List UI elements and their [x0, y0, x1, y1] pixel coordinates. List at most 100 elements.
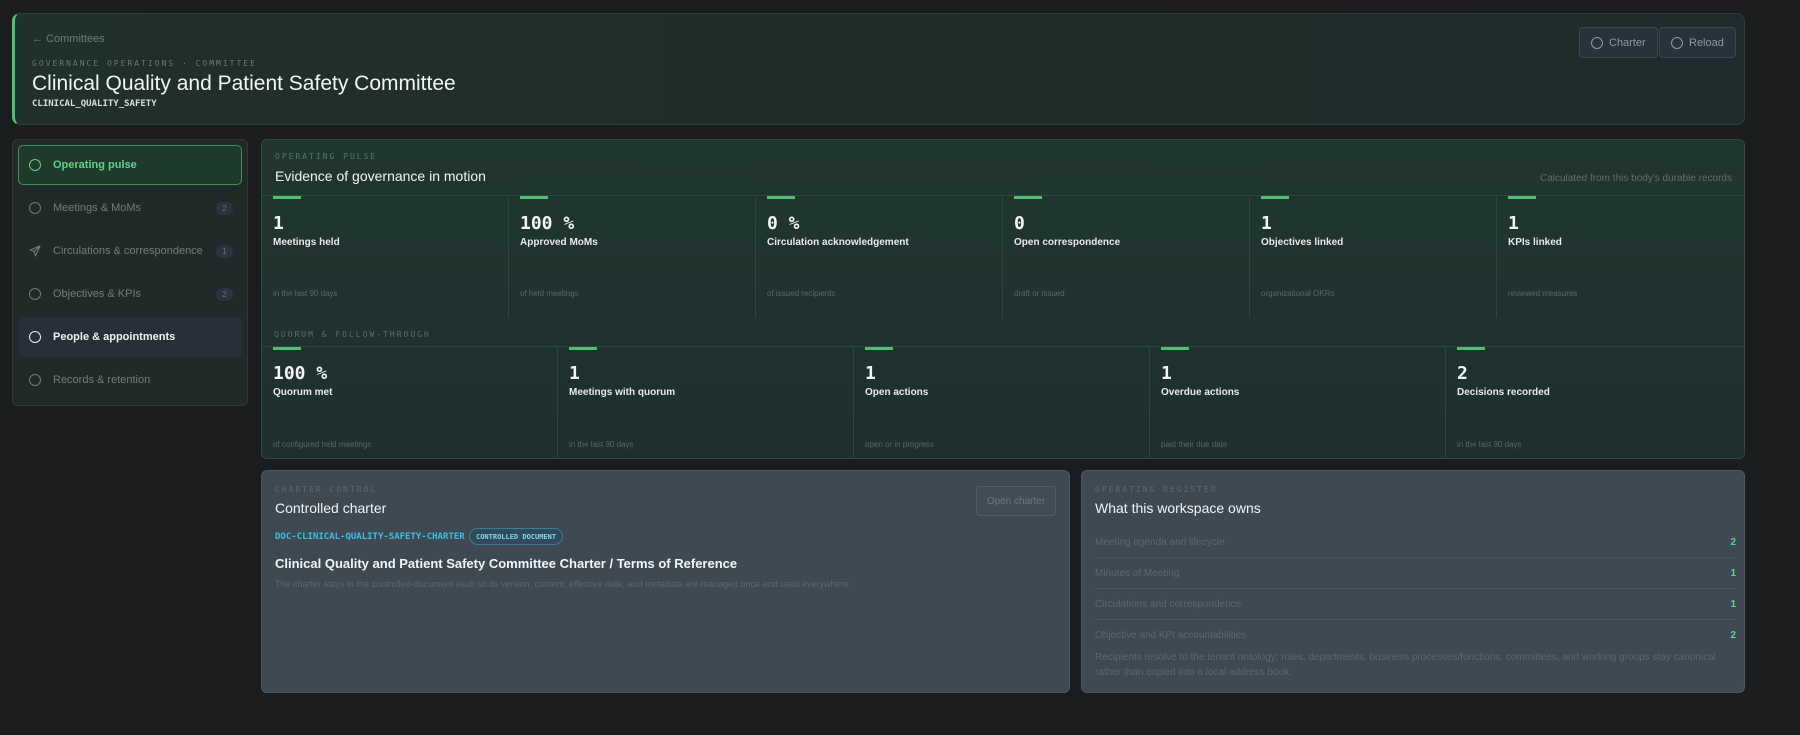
circle-icon	[1671, 36, 1683, 49]
controlled-document-badge: CONTROLLED DOCUMENT	[469, 528, 564, 545]
register-note: Recipients resolve to the tenant ontolog…	[1095, 652, 1716, 678]
metric-value: 0 %	[767, 213, 800, 234]
charter-control-card: CHARTER CONTROL Controlled charter Open …	[261, 470, 1070, 693]
document-title: Clinical Quality and Patient Safety Comm…	[275, 556, 738, 571]
section-title: What this workspace owns	[1095, 500, 1261, 516]
count-badge: 2	[216, 202, 233, 215]
sidebar-item-label: Meetings & MoMs	[53, 202, 142, 214]
metric-card: 2 Decisions recorded in the last 90 days	[1446, 347, 1744, 458]
section-title: Controlled charter	[275, 500, 387, 516]
sidebar-item-circulations[interactable]: Circulations & correspondence 1	[18, 231, 242, 271]
sidebar-item-label: Records & retention	[53, 374, 151, 386]
section-sidebar: Operating pulse Meetings & MoMs 2 Circul…	[12, 139, 248, 406]
sidebar-item-label: Operating pulse	[53, 159, 137, 171]
circle-icon	[29, 288, 41, 300]
metric-sub: in the last 90 days	[1457, 440, 1522, 449]
circle-icon	[1591, 36, 1603, 49]
register-row: Circulations and correspondence 1	[1095, 589, 1736, 620]
register-row-label: Meeting agenda and lifecycle	[1095, 536, 1225, 548]
metric-label: Approved MoMs	[520, 237, 598, 248]
accent-bar	[273, 347, 301, 350]
accent-bar	[569, 347, 597, 350]
metric-value: 1	[569, 363, 580, 384]
section-title: Evidence of governance in motion	[275, 168, 486, 184]
metric-card: 1 Open actions open or in progress	[854, 347, 1150, 458]
metric-card: 1 Meetings with quorum in the last 90 da…	[558, 347, 854, 458]
metric-card: 0 % Circulation acknowledgement of issue…	[756, 196, 1003, 318]
accent-bar	[273, 196, 301, 199]
register-row-count: 1	[1730, 598, 1736, 610]
committee-header: ← Committees GOVERNANCE OPERATIONS · COM…	[12, 13, 1745, 125]
quorum-eyebrow: QUORUM & FOLLOW-THROUGH	[274, 330, 431, 339]
back-to-committees-link[interactable]: ← Committees	[32, 33, 105, 45]
register-row: Objective and KPI accountabilities 2	[1095, 620, 1736, 651]
sidebar-item-meetings[interactable]: Meetings & MoMs 2	[18, 188, 242, 228]
sidebar-item-records[interactable]: Records & retention	[18, 360, 242, 400]
quorum-metrics-row: 100 % Quorum met of configured held meet…	[262, 346, 1744, 458]
register-row-count: 2	[1730, 536, 1736, 548]
register-row-count: 1	[1730, 567, 1736, 579]
charter-button[interactable]: Charter	[1579, 27, 1658, 58]
metric-value: 2	[1457, 363, 1468, 384]
section-note: Calculated from this body's durable reco…	[1539, 173, 1732, 184]
metric-label: KPIs linked	[1508, 237, 1562, 248]
metric-value: 1	[1161, 363, 1172, 384]
metric-label: Meetings held	[273, 237, 340, 248]
count-badge: 1	[216, 245, 233, 258]
metric-label: Quorum met	[273, 387, 333, 398]
document-description: The charter stays in the controlled-docu…	[275, 579, 852, 589]
metric-sub: past their due date	[1161, 440, 1228, 449]
metric-sub: draft or issued	[1014, 289, 1065, 298]
metric-label: Objectives linked	[1261, 237, 1344, 248]
metric-label: Decisions recorded	[1457, 387, 1550, 398]
sidebar-item-label: Objectives & KPIs	[53, 288, 142, 300]
metric-sub: of configured held meetings	[273, 440, 372, 449]
accent-bar	[1261, 196, 1289, 199]
circle-icon	[29, 159, 41, 171]
metric-card: 1 KPIs linked reviewed measures	[1497, 196, 1744, 318]
metric-label: Circulation acknowledgement	[767, 237, 909, 248]
metric-sub: open or in progress	[865, 440, 934, 449]
metric-sub: in the last 90 days	[273, 289, 338, 298]
accent-bar	[865, 347, 893, 350]
page-title: Clinical Quality and Patient Safety Comm…	[32, 72, 456, 95]
metric-card: 1 Meetings held in the last 90 days	[262, 196, 509, 318]
sidebar-item-label: Circulations & correspondence	[53, 245, 203, 257]
metric-sub: reviewed measures	[1508, 289, 1578, 298]
charter-button-label: Charter	[1609, 36, 1646, 49]
register-row-label: Minutes of Meeting	[1095, 567, 1180, 579]
metric-value: 1	[1508, 213, 1519, 234]
metric-card: 1 Overdue actions past their due date	[1150, 347, 1446, 458]
sidebar-item-operating-pulse[interactable]: Operating pulse	[18, 145, 242, 185]
metric-card: 1 Objectives linked organizational OKRs	[1250, 196, 1497, 318]
count-badge: 2	[216, 288, 233, 301]
sidebar-item-objectives[interactable]: Objectives & KPIs 2	[18, 274, 242, 314]
metric-card: 100 % Approved MoMs of held meetings	[509, 196, 756, 318]
register-row-count: 2	[1730, 630, 1736, 641]
open-charter-button[interactable]: Open charter	[976, 486, 1056, 516]
metric-value: 100 %	[273, 363, 328, 384]
circle-icon	[29, 202, 41, 214]
operating-pulse-panel: OPERATING PULSE Evidence of governance i…	[261, 139, 1745, 459]
reload-button-label: Reload	[1689, 36, 1724, 49]
document-code[interactable]: DOC-CLINICAL-QUALITY-SAFETY-CHARTER	[275, 532, 465, 542]
operating-register-card: OPERATING REGISTER What this workspace o…	[1081, 470, 1745, 693]
metric-value: 1	[865, 363, 876, 384]
reload-button[interactable]: Reload	[1659, 27, 1736, 58]
metric-sub: of issued recipients	[767, 289, 836, 298]
accent-bar	[1457, 347, 1485, 350]
metric-value: 100 %	[520, 213, 575, 234]
accent-bar	[767, 196, 795, 199]
send-icon	[29, 245, 41, 257]
accent-bar	[520, 196, 548, 199]
section-eyebrow: OPERATING PULSE	[275, 152, 378, 161]
metric-card: 100 % Quorum met of configured held meet…	[262, 347, 558, 458]
metric-value: 1	[273, 213, 284, 234]
sidebar-item-people[interactable]: People & appointments	[18, 317, 242, 357]
metric-sub: of held meetings	[520, 289, 579, 298]
header-eyebrow: GOVERNANCE OPERATIONS · COMMITTEE	[32, 59, 257, 68]
metric-card: 0 Open correspondence draft or issued	[1003, 196, 1250, 318]
metric-label: Overdue actions	[1161, 387, 1240, 398]
metric-sub: organizational OKRs	[1261, 289, 1335, 298]
committee-code: CLINICAL_QUALITY_SAFETY	[32, 99, 157, 109]
